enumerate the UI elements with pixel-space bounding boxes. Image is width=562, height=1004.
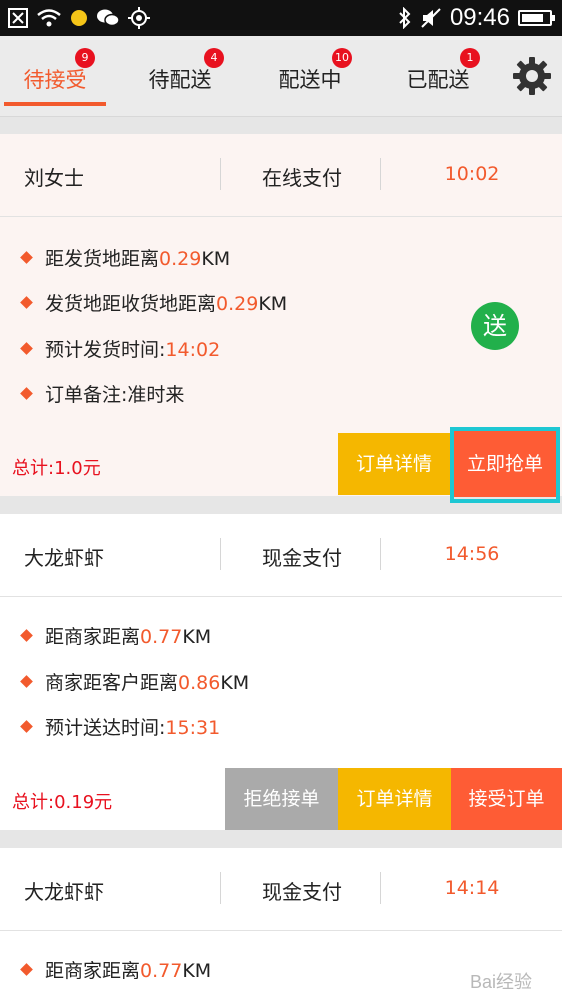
tab-badge: 1	[460, 48, 480, 68]
tab-label: 配送中	[278, 68, 342, 92]
divider	[380, 538, 381, 570]
detail-line: 预计发货时间:14:02	[20, 335, 221, 365]
tab-badge: 10	[332, 48, 352, 68]
detail-value: 0.29	[159, 248, 202, 270]
wifi-icon	[37, 9, 61, 27]
location-target-icon	[128, 7, 150, 29]
customer-name: 大龙虾虾	[24, 546, 104, 570]
tab-badge: 4	[204, 48, 224, 68]
divider	[220, 538, 221, 570]
highlight-frame	[450, 427, 560, 503]
bluetooth-icon	[399, 7, 411, 29]
detail-label: 距商家距离	[45, 626, 141, 648]
detail-label: 发货地距收货地距离	[45, 293, 217, 315]
order-time: 14:14	[444, 877, 500, 899]
tab-label: 待配送	[148, 68, 212, 92]
detail-unit: KM	[220, 672, 250, 694]
accept-order-button[interactable]: 接受订单	[451, 768, 562, 830]
tab-delivered[interactable]: 已配送 1	[378, 36, 498, 116]
bullet-icon	[20, 251, 33, 264]
order-total: 总计:1.0元	[12, 458, 101, 479]
reject-order-button[interactable]: 拒绝接单	[225, 768, 338, 830]
order-note: 订单备注:准时来	[45, 384, 185, 406]
divider	[380, 158, 381, 190]
detail-label: 距发货地距离	[45, 248, 160, 270]
detail-label: 距商家距离	[45, 960, 141, 982]
detail-label: 预计送达时间:	[45, 717, 166, 739]
bullet-icon	[20, 629, 33, 642]
detail-unit: KM	[182, 626, 212, 648]
order-total: 总计:0.19元	[12, 792, 113, 813]
tab-pending-accept[interactable]: 待接受 9	[0, 36, 110, 116]
battery-icon	[518, 10, 555, 26]
order-card: 大龙虾虾 现金支付 14:56 距商家距离0.77KM 商家距客户距离0.86K…	[0, 514, 562, 830]
status-bar: 09:46	[0, 0, 562, 36]
detail-line: 预计送达时间:15:31	[20, 713, 221, 743]
detail-value: 15:31	[165, 717, 221, 739]
detail-unit: KM	[201, 248, 231, 270]
detail-value: 0.77	[140, 626, 183, 648]
detail-line: 距商家距离0.77KM	[20, 956, 212, 986]
battery-fill	[522, 14, 543, 22]
detail-unit: KM	[182, 960, 212, 982]
tab-label: 待接受	[23, 68, 87, 92]
order-details-button[interactable]: 订单详情	[338, 768, 451, 830]
detail-line: 订单备注:准时来	[20, 380, 185, 410]
detail-value: 0.86	[178, 672, 221, 694]
detail-label: 预计发货时间:	[45, 339, 166, 361]
wechat-icon	[97, 9, 120, 27]
bullet-icon	[20, 342, 33, 355]
divider	[380, 872, 381, 904]
bullet-icon	[20, 720, 33, 733]
order-tabs: 待接受 9 待配送 4 配送中 10 已配送 1	[0, 36, 562, 117]
order-header: 大龙虾虾 现金支付 14:14	[0, 848, 562, 931]
detail-value: 0.29	[216, 293, 259, 315]
notification-dot-icon	[71, 10, 87, 26]
watermark: Bai经验	[469, 972, 532, 992]
tab-badge: 9	[75, 48, 95, 68]
gear-icon[interactable]	[512, 56, 552, 96]
divider	[220, 872, 221, 904]
payment-method: 现金支付	[262, 546, 342, 570]
order-header: 刘女士 在线支付 10:02	[0, 134, 562, 217]
order-time: 10:02	[444, 163, 500, 185]
status-icons-left	[8, 6, 150, 30]
order-time: 14:56	[444, 543, 500, 565]
tab-label: 已配送	[406, 68, 470, 92]
payment-method: 现金支付	[262, 880, 342, 904]
mute-icon	[421, 8, 441, 28]
customer-name: 刘女士	[24, 166, 84, 190]
detail-line: 发货地距收货地距离0.29KM	[20, 289, 288, 319]
clock: 09:46	[449, 4, 510, 31]
active-tab-indicator	[4, 102, 106, 106]
bullet-icon	[20, 296, 33, 309]
bullet-icon	[20, 675, 33, 688]
detail-line: 距发货地距离0.29KM	[20, 244, 231, 274]
tab-pending-delivery[interactable]: 待配送 4	[120, 36, 240, 116]
detail-value: 0.77	[140, 960, 183, 982]
close-box-icon	[8, 8, 28, 28]
detail-line: 距商家距离0.77KM	[20, 622, 212, 652]
delivery-type-badge: 送	[471, 302, 519, 350]
bullet-icon	[20, 963, 33, 976]
payment-method: 在线支付	[262, 166, 342, 190]
order-header: 大龙虾虾 现金支付 14:56	[0, 514, 562, 597]
order-details-button[interactable]: 订单详情	[338, 433, 450, 495]
detail-value: 14:02	[165, 339, 221, 361]
divider	[220, 158, 221, 190]
detail-line: 商家距客户距离0.86KM	[20, 668, 250, 698]
detail-unit: KM	[258, 293, 288, 315]
tab-delivering[interactable]: 配送中 10	[250, 36, 370, 116]
bullet-icon	[20, 387, 33, 400]
customer-name: 大龙虾虾	[24, 880, 104, 904]
detail-label: 商家距客户距离	[45, 672, 179, 694]
status-icons-right: 09:46	[398, 4, 555, 32]
